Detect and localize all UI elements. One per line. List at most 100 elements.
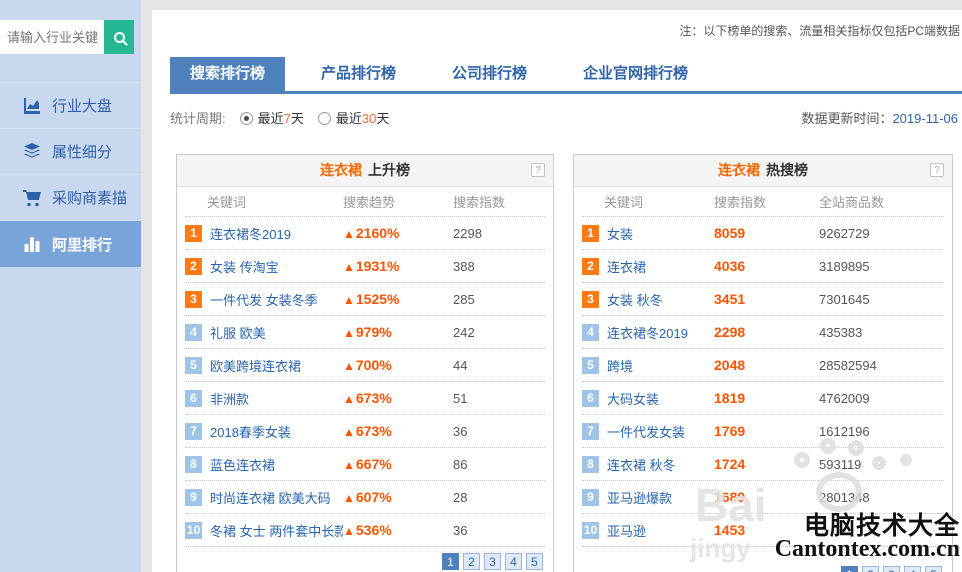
keyword-link[interactable]: 一件代发女装: [607, 422, 685, 441]
search-index: 1453: [714, 522, 819, 538]
tab-search-ranking[interactable]: 搜索排行榜: [170, 57, 285, 91]
up-arrow-icon: ▲: [343, 326, 355, 340]
table-row: 3一件代发 女装冬季 ▲1525% 285: [185, 283, 545, 316]
keyword-link[interactable]: 亚马逊: [607, 521, 646, 540]
trend-value: 673%: [356, 390, 392, 406]
keyword-link[interactable]: 连衣裙 秋冬: [607, 455, 676, 474]
hot-board-columns: 关键词 搜索指数 全站商品数: [582, 187, 944, 217]
table-row: 6大码女装 1819 4762009: [582, 382, 944, 415]
hot-board-pagination: 1 2 3 4 5: [574, 566, 952, 572]
rank-badge: 1: [185, 225, 202, 242]
table-row: 9时尚连衣裙 欧美大码 ▲607% 28: [185, 481, 545, 514]
rank-badge: 8: [582, 456, 599, 473]
sidebar-item-label: 阿里排行: [52, 234, 112, 255]
pagination-page[interactable]: 5: [925, 566, 942, 572]
search-index: 8059: [714, 225, 819, 241]
option-text: 天: [291, 111, 304, 126]
keyword-link[interactable]: 欧美跨境连衣裙: [210, 356, 301, 375]
trend-value: 979%: [356, 324, 392, 340]
radio-last-30-days[interactable]: 最近30天: [318, 108, 390, 127]
keyword-link[interactable]: 大码女装: [607, 389, 659, 408]
keyword-link[interactable]: 女装: [607, 224, 633, 243]
keyword-link[interactable]: 一件代发 女装冬季: [210, 290, 318, 309]
update-date: 2019-11-06: [892, 111, 958, 126]
sidebar-item-buyer-profile[interactable]: 采购商素描: [0, 175, 141, 221]
search-index: 388: [453, 259, 545, 274]
table-row: 3女装 秋冬 3451 7301645: [582, 283, 944, 316]
keyword-link[interactable]: 冬裙 女士 两件套中长款: [210, 521, 343, 540]
search-index: 3451: [714, 291, 819, 307]
option-number: 7: [284, 111, 291, 126]
pagination-page[interactable]: 1: [442, 553, 459, 570]
up-arrow-icon: ▲: [343, 458, 355, 472]
table-row: 8蓝色连衣裙 ▲667% 86: [185, 448, 545, 481]
sidebar-item-ali-ranking[interactable]: 阿里排行: [0, 221, 141, 267]
product-count: 2801348: [819, 490, 944, 505]
product-count: 3189895: [819, 259, 944, 274]
column-header: 关键词: [185, 192, 343, 211]
rank-badge: 9: [185, 489, 202, 506]
board-keyword: 连衣裙: [320, 162, 362, 178]
sidebar-item-industry-overview[interactable]: 行业大盘: [0, 83, 141, 129]
up-arrow-icon: ▲: [343, 293, 355, 307]
pagination-page[interactable]: 3: [883, 566, 900, 572]
up-arrow-icon: ▲: [343, 425, 355, 439]
keyword-link[interactable]: 礼服 欧美: [210, 323, 266, 342]
help-icon[interactable]: ?: [531, 163, 545, 177]
up-arrow-icon: ▲: [343, 524, 355, 538]
tab-product-ranking[interactable]: 产品排行榜: [301, 57, 416, 91]
rising-board-card: 连衣裙上升榜 ? 关键词 搜索趋势 搜索指数 1连衣裙冬2019 ▲2160% …: [176, 154, 554, 572]
keyword-link[interactable]: 时尚连衣裙 欧美大码: [210, 488, 331, 507]
pagination-page[interactable]: 4: [505, 553, 522, 570]
sidebar-item-attribute-segment[interactable]: 属性细分: [0, 129, 141, 175]
keyword-link[interactable]: 女装 传淘宝: [210, 257, 279, 276]
keyword-link[interactable]: 非洲款: [210, 389, 249, 408]
keyword-link[interactable]: 女装 秋冬: [607, 290, 663, 309]
search-index: 2298: [453, 226, 545, 241]
pagination-page[interactable]: 4: [904, 566, 921, 572]
page: 行业大盘 属性细分 采购商素描 阿里排行 注：以下榜单的搜索、流量相关指标仅包括…: [0, 0, 962, 572]
search-button[interactable]: [104, 20, 134, 54]
tab-official-site-ranking[interactable]: 企业官网排行榜: [563, 57, 708, 91]
keyword-link[interactable]: 2018春季女装: [210, 422, 291, 441]
keyword-link[interactable]: 跨境: [607, 356, 633, 375]
radio-last-7-days[interactable]: 最近7天: [240, 108, 304, 127]
trend-value: 667%: [356, 456, 392, 472]
search-index: 36: [453, 523, 545, 538]
keyword-link[interactable]: 连衣裙冬2019: [210, 224, 291, 243]
table-row: 10亚马逊 1453: [582, 514, 944, 547]
board-type: 热搜榜: [766, 162, 808, 178]
search-index: 1769: [714, 423, 819, 439]
pagination-page[interactable]: 3: [484, 553, 501, 570]
table-row: 5欧美跨境连衣裙 ▲700% 44: [185, 349, 545, 382]
rank-badge: 2: [185, 258, 202, 275]
keyword-link[interactable]: 连衣裙冬2019: [607, 323, 688, 342]
table-row: 4连衣裙冬2019 2298 435383: [582, 316, 944, 349]
table-row: 7一件代发女装 1769 1612196: [582, 415, 944, 448]
keyword-link[interactable]: 连衣裙: [607, 257, 646, 276]
pagination-page[interactable]: 5: [526, 553, 543, 570]
trend-value: 700%: [356, 357, 392, 373]
trend-value: 2160%: [356, 225, 400, 241]
help-icon[interactable]: ?: [930, 163, 944, 177]
trend-value: 1931%: [356, 258, 400, 274]
product-count: 7301645: [819, 292, 944, 307]
tab-company-ranking[interactable]: 公司排行榜: [432, 57, 547, 91]
radio-selected-icon: [240, 112, 253, 125]
rank-badge: 3: [185, 291, 202, 308]
layers-icon: [22, 142, 42, 162]
trend-value: 1525%: [356, 291, 400, 307]
industry-keyword-input[interactable]: [0, 20, 104, 54]
keyword-link[interactable]: 亚马逊爆款: [607, 488, 672, 507]
pagination-page[interactable]: 2: [463, 553, 480, 570]
industry-search: [0, 20, 137, 54]
pagination-page[interactable]: 1: [841, 566, 858, 572]
keyword-link[interactable]: 蓝色连衣裙: [210, 455, 275, 474]
table-row: 1女装 8059 9262729: [582, 217, 944, 250]
product-count: 28582594: [819, 358, 944, 373]
pagination-page[interactable]: 2: [862, 566, 879, 572]
search-index: 28: [453, 490, 545, 505]
board-keyword: 连衣裙: [718, 162, 760, 178]
table-row: 2连衣裙 4036 3189895: [582, 250, 944, 283]
rising-board-columns: 关键词 搜索趋势 搜索指数: [185, 187, 545, 217]
